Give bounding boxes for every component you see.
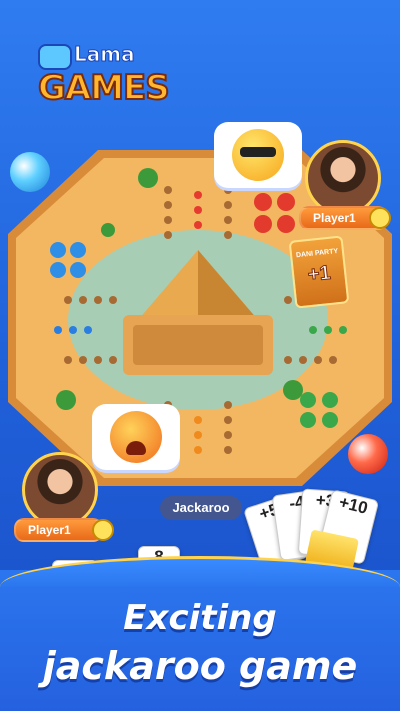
red-ball	[348, 434, 388, 474]
avatar	[305, 140, 381, 216]
power-card[interactable]: DANI PARTY +1	[288, 235, 350, 309]
power-card-value: +1	[306, 261, 332, 287]
blue-ball	[10, 152, 50, 192]
headline-line2: jackaroo game	[42, 644, 358, 688]
gamepad-icon	[38, 44, 72, 70]
player-top-right[interactable]: Player1	[245, 140, 395, 250]
logo-line2: GAMES	[37, 67, 171, 109]
lama-games-logo: Lama GAMES	[36, 40, 176, 116]
power-card-title: DANI PARTY	[295, 247, 339, 260]
logo-line1: Lama	[74, 42, 136, 67]
player-name: Player1	[14, 518, 103, 542]
board-label: Jackaroo	[160, 496, 242, 520]
microphone-icon[interactable]	[369, 207, 391, 229]
headline-line1: Exciting	[123, 598, 277, 638]
avatar	[22, 452, 98, 528]
bottom-banner	[0, 556, 400, 711]
microphone-icon[interactable]	[92, 519, 114, 541]
